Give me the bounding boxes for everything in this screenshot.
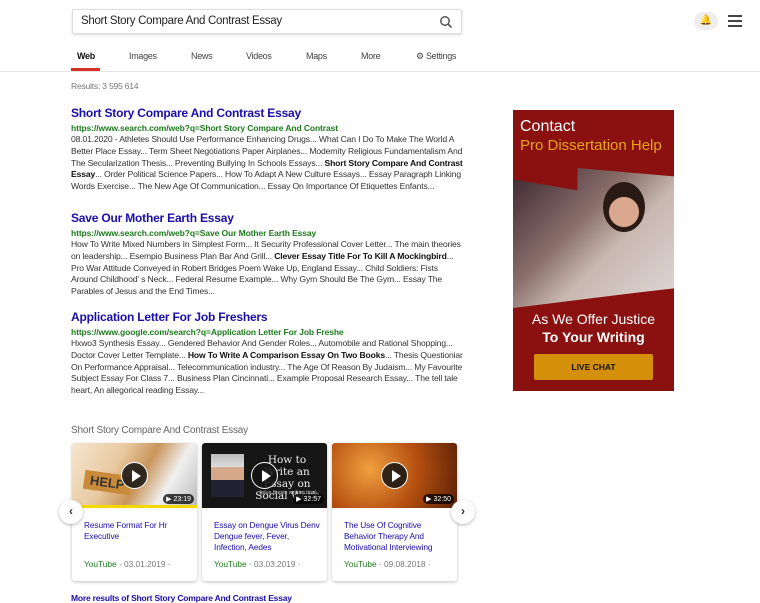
video-title-link[interactable]: Resume Format For Hr Executive <box>84 520 192 542</box>
result-url[interactable]: https://www.google.com/search?q=Applicat… <box>71 327 466 337</box>
tab-web[interactable]: Web <box>77 51 95 61</box>
ad-heading: Contact <box>520 118 576 135</box>
ad-tagline-bold: To Your Writing <box>542 329 645 345</box>
video-card[interactable]: How to Write an Essay on Social Work (pl… <box>202 443 327 581</box>
video-card[interactable]: ▶ 32:50 The Use Of Cognitive Behavior Th… <box>332 443 457 581</box>
videos-heading: Short Story Compare And Contrast Essay <box>71 425 248 436</box>
video-duration: ▶ 32:50 <box>423 494 454 504</box>
result-title-link[interactable]: Application Letter For Job Freshers <box>71 310 466 324</box>
play-icon[interactable] <box>251 462 278 489</box>
chevron-left-icon[interactable]: ‹ <box>59 500 83 524</box>
search-result: Application Letter For Job Freshers http… <box>71 310 466 397</box>
search-result: Save Our Mother Earth Essay https://www.… <box>71 211 466 298</box>
bell-icon[interactable]: 🔔 <box>694 12 718 30</box>
video-card[interactable]: HELP ▶ 23:19 Resume Format For Hr Execut… <box>72 443 197 581</box>
tab-images[interactable]: Images <box>129 51 157 61</box>
result-snippet: 08.01.2020 - Athletes Should Use Perform… <box>71 134 463 192</box>
result-snippet: How To Write Mixed Numbers In Simplest F… <box>71 239 461 297</box>
video-title-link[interactable]: Essay on Dengue Virus Denv Dengue fever,… <box>214 520 322 552</box>
tab-maps[interactable]: Maps <box>306 51 327 61</box>
divider <box>0 71 760 72</box>
more-results-link[interactable]: More results of Short Story Compare And … <box>71 593 292 603</box>
results-count: Results: 3 595 614 <box>71 81 139 91</box>
video-source: YouTube · 09.08.2018 · <box>344 559 431 569</box>
result-snippet: Hxwo3 Synthesis Essay... Gendered Behavi… <box>71 338 463 396</box>
play-icon[interactable] <box>121 462 148 489</box>
search-icon[interactable] <box>439 15 453 29</box>
thumbnail-person <box>211 454 244 497</box>
ad-photo <box>513 168 674 308</box>
video-duration: ▶ 23:19 <box>163 494 194 504</box>
live-chat-button[interactable]: LIVE CHAT <box>534 354 653 380</box>
play-icon[interactable] <box>381 462 408 489</box>
result-title-link[interactable]: Short Story Compare And Contrast Essay <box>71 106 466 120</box>
ad-banner[interactable]: Contact Pro Dissertation Help As We Offe… <box>513 110 674 391</box>
tab-settings[interactable]: ⚙ Settings <box>416 51 456 62</box>
settings-label: Settings <box>425 51 457 61</box>
chevron-right-icon[interactable]: › <box>451 500 475 524</box>
tab-news[interactable]: News <box>191 51 213 61</box>
tab-videos[interactable]: Videos <box>246 51 272 61</box>
search-box[interactable] <box>72 9 462 34</box>
tab-more[interactable]: More <box>361 51 381 61</box>
result-url[interactable]: https://www.search.com/web?q=Short Story… <box>71 123 466 133</box>
search-result: Short Story Compare And Contrast Essay h… <box>71 106 466 193</box>
video-source: YouTube · 03.03.2019 · <box>214 559 301 569</box>
hamburger-menu-icon[interactable] <box>728 15 742 27</box>
ad-photo-person <box>603 182 645 232</box>
ad-tagline: As We Offer Justice <box>531 311 656 327</box>
gear-icon: ⚙ <box>416 51 424 61</box>
ad-brand: Pro Dissertation Help <box>520 137 662 154</box>
result-url[interactable]: https://www.search.com/web?q=Save Our Mo… <box>71 228 466 238</box>
result-title-link[interactable]: Save Our Mother Earth Essay <box>71 211 466 225</box>
search-input[interactable] <box>81 15 431 27</box>
video-title-link[interactable]: The Use Of Cognitive Behavior Therapy An… <box>344 520 452 552</box>
video-duration: ▶ 32:57 <box>293 494 324 504</box>
video-source: YouTube · 03.01.2019 · <box>84 559 171 569</box>
